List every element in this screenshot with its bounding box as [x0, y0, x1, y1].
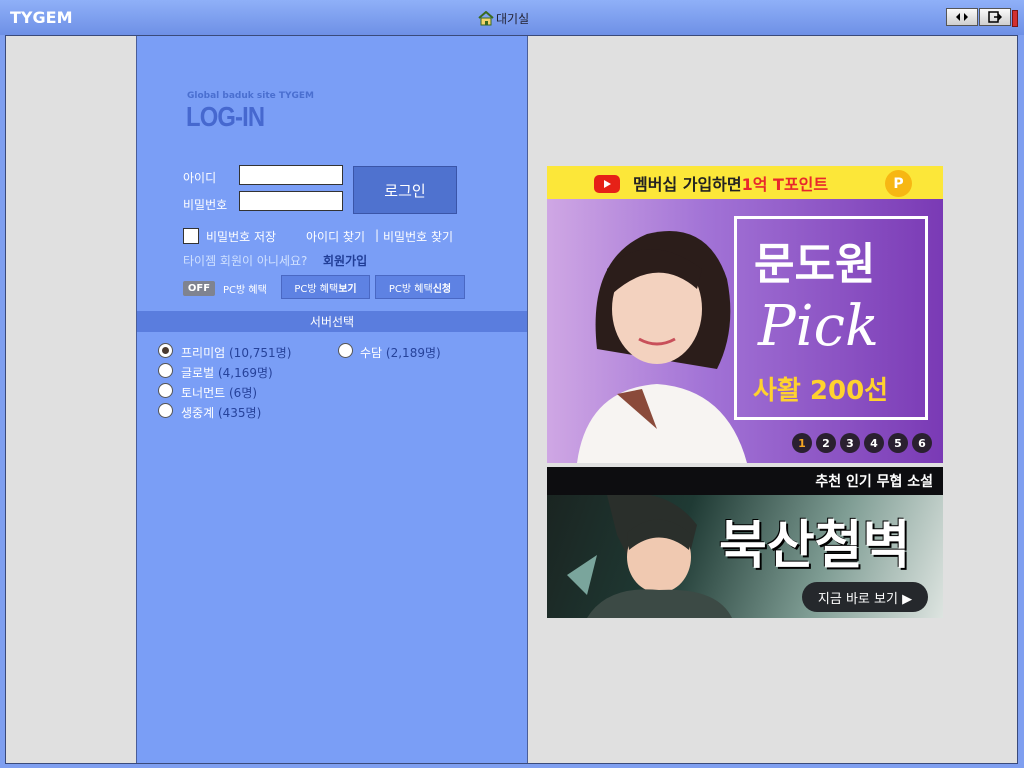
- save-password-label: 비밀번호 저장: [206, 230, 277, 244]
- password-input[interactable]: [239, 191, 343, 211]
- save-password-checkbox[interactable]: [183, 228, 199, 244]
- password-label: 비밀번호: [183, 198, 228, 212]
- title-bar: TYGEM 대기실: [0, 0, 1024, 35]
- ad-subtitle: 사활 200선: [753, 376, 889, 406]
- pc-view-prefix: PC방 혜택: [294, 283, 339, 295]
- left-right-arrows-icon: [956, 13, 968, 21]
- home-icon: [478, 11, 494, 26]
- ad-page-dot[interactable]: 2: [816, 433, 836, 453]
- server-radio-global[interactable]: [158, 363, 173, 378]
- server-count: (2,189명): [385, 346, 441, 360]
- server-option-sudam[interactable]: 수담 (2,189명): [360, 344, 441, 361]
- id-label: 아이디: [183, 171, 217, 185]
- signup-link[interactable]: 회원가입: [323, 252, 367, 269]
- id-input[interactable]: [239, 165, 343, 185]
- ad-pager: 1 2 3 4 5 6: [792, 433, 932, 453]
- ad-page-dot[interactable]: 4: [864, 433, 884, 453]
- server-radio-premium[interactable]: [158, 343, 173, 358]
- server-name: 생중계: [181, 406, 215, 420]
- server-select-header: 서버선택: [137, 311, 527, 332]
- server-radio-tournament[interactable]: [158, 383, 173, 398]
- server-option-tournament[interactable]: 토너먼트 (6명): [181, 384, 257, 401]
- server-name: 수담: [360, 346, 383, 360]
- ad-top-text-b: 1억 T포인트: [741, 174, 829, 194]
- find-id-link[interactable]: 아이디 찾기: [306, 228, 365, 245]
- toggle-size-button[interactable]: [946, 8, 978, 26]
- main-frame: Global baduk site TYGEM LOG-IN 아이디 비밀번호 …: [5, 35, 1018, 764]
- server-radio-live[interactable]: [158, 403, 173, 418]
- ad-player-name: 문도원: [754, 239, 876, 290]
- ad-page-dot[interactable]: 3: [840, 433, 860, 453]
- ad-banner-pick[interactable]: 멤버십 가입하면 1억 T포인트 P 문도원 Pick 사활 200선 1 2 …: [547, 166, 943, 463]
- youtube-icon: [594, 175, 620, 193]
- server-name: 프리미엄: [181, 346, 226, 360]
- login-subtitle: Global baduk site TYGEM: [187, 91, 315, 101]
- link-separator: |: [375, 228, 380, 242]
- not-member-text: 타이젬 회원이 아니세요?: [183, 254, 308, 268]
- ad-banner-novel[interactable]: 추천 인기 무협 소설 북산철벽 지금 바로 보기 ▶: [547, 467, 943, 618]
- server-option-global[interactable]: 글로벌 (4,169명): [181, 364, 273, 381]
- exit-button[interactable]: [979, 8, 1011, 26]
- pc-view-bold: 보기: [338, 283, 357, 295]
- app-brand: TYGEM: [10, 8, 73, 27]
- window-title: 대기실: [478, 10, 529, 27]
- pc-benefit-apply-button[interactable]: PC방 혜택 신청: [375, 275, 465, 299]
- pc-apply-bold: 신청: [432, 283, 452, 295]
- exit-icon: [988, 11, 1002, 23]
- find-password-link[interactable]: 비밀번호 찾기: [383, 228, 453, 245]
- server-count: (6명): [229, 386, 258, 400]
- ad-page-dot[interactable]: 5: [888, 433, 908, 453]
- server-count: (4,169명): [217, 366, 273, 380]
- close-accent[interactable]: [1012, 10, 1018, 27]
- pc-benefit-off-badge: OFF: [183, 281, 215, 296]
- server-option-live[interactable]: 생중계 (435명): [181, 404, 261, 421]
- ad-novel-view-button[interactable]: 지금 바로 보기 ▶: [802, 582, 928, 612]
- pc-benefit-view-button[interactable]: PC방 혜택 보기: [281, 275, 370, 299]
- ad-page-dot[interactable]: 1: [792, 433, 812, 453]
- server-count: (10,751명): [229, 346, 292, 360]
- ad-novel-top: 추천 인기 무협 소설: [547, 467, 943, 495]
- window-title-text: 대기실: [496, 12, 530, 26]
- ad-page-dot[interactable]: 6: [912, 433, 932, 453]
- ad-novel-title: 북산철벽: [719, 515, 911, 576]
- pc-benefit-label: PC방 혜택: [223, 285, 267, 296]
- server-name: 토너먼트: [181, 386, 226, 400]
- portrait-image: [577, 231, 747, 463]
- server-count: (435명): [217, 406, 262, 420]
- pc-apply-prefix: PC방 혜택: [388, 283, 433, 295]
- coin-icon: P: [885, 170, 912, 197]
- character-illustration: [567, 495, 732, 618]
- server-name: 글로벌: [181, 366, 215, 380]
- login-button[interactable]: 로그인: [353, 166, 457, 214]
- login-title: LOG-IN: [186, 101, 265, 132]
- login-panel: Global baduk site TYGEM LOG-IN 아이디 비밀번호 …: [136, 36, 528, 763]
- ad-pick-text: Pick: [758, 294, 879, 359]
- server-radio-sudam[interactable]: [338, 343, 353, 358]
- ad-top-text-a: 멤버십 가입하면: [633, 174, 742, 194]
- server-option-premium[interactable]: 프리미엄 (10,751명): [181, 344, 291, 361]
